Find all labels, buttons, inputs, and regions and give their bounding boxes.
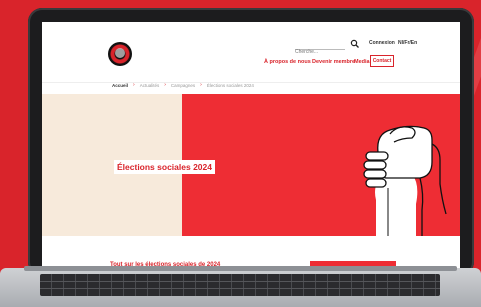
hero-banner: Élections sociales 2024: [42, 94, 460, 236]
site-header: Connexion Nl/Fr/En À propos de nous Deve…: [42, 22, 460, 82]
breadcrumb-news[interactable]: Actualités: [140, 83, 160, 88]
breadcrumb: Accueil › Actualités › Campagnes › Élect…: [112, 80, 254, 90]
fist-bump-illustration: [363, 125, 447, 236]
laptop-keyboard: [40, 274, 440, 296]
search-icon[interactable]: [350, 39, 360, 49]
hero-title: Élections sociales 2024: [114, 160, 215, 174]
laptop-hinge: [24, 266, 457, 271]
laptop-lid: Connexion Nl/Fr/En À propos de nous Deve…: [28, 8, 474, 276]
chevron-right-icon: ›: [133, 82, 135, 88]
nav-media[interactable]: Media: [354, 59, 370, 65]
language-switch[interactable]: Nl/Fr/En: [398, 40, 417, 46]
site-logo[interactable]: [108, 42, 132, 66]
nav-about[interactable]: À propos de nous: [264, 59, 311, 65]
contact-button[interactable]: Contact: [370, 55, 394, 67]
chevron-right-icon: ›: [200, 82, 202, 88]
search-field[interactable]: [295, 40, 345, 57]
breadcrumb-campaigns[interactable]: Campagnes: [171, 83, 195, 88]
breadcrumb-current: Élections sociales 2024: [206, 82, 254, 88]
search-input[interactable]: [295, 47, 345, 57]
laptop-screen: Connexion Nl/Fr/En À propos de nous Deve…: [42, 22, 460, 272]
breadcrumb-home[interactable]: Accueil: [112, 83, 128, 88]
chevron-right-icon: ›: [164, 82, 166, 88]
nav-become-member[interactable]: Devenir membre: [312, 59, 355, 65]
login-link[interactable]: Connexion: [369, 40, 395, 46]
